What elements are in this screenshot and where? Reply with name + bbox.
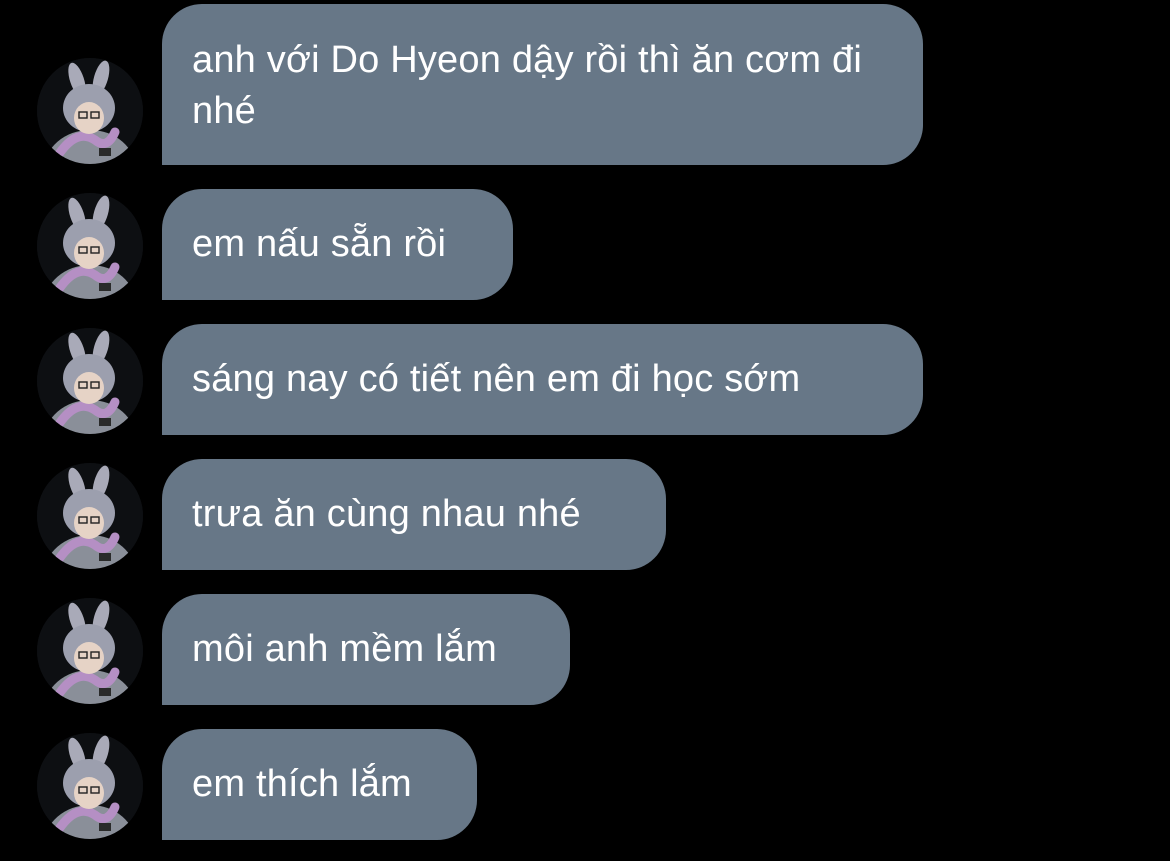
user-avatar-icon[interactable] xyxy=(37,328,143,434)
message-bubble[interactable]: sáng nay có tiết nên em đi học sớm xyxy=(162,324,923,435)
chat-thread: anh với Do Hyeon dậy rồi thì ăn cơm đi n… xyxy=(0,0,1170,861)
user-avatar-icon[interactable] xyxy=(37,463,143,569)
user-avatar-icon[interactable] xyxy=(37,193,143,299)
message-bubble[interactable]: trưa ăn cùng nhau nhé xyxy=(162,459,666,570)
user-avatar-icon[interactable] xyxy=(37,58,143,164)
message-bubble[interactable]: anh với Do Hyeon dậy rồi thì ăn cơm đi n… xyxy=(162,4,923,165)
message-bubble[interactable]: môi anh mềm lắm xyxy=(162,594,570,705)
user-avatar-icon[interactable] xyxy=(37,598,143,704)
user-avatar-icon[interactable] xyxy=(37,733,143,839)
message-bubble[interactable]: em nấu sẵn rồi xyxy=(162,189,513,300)
message-bubble[interactable]: em thích lắm xyxy=(162,729,477,840)
